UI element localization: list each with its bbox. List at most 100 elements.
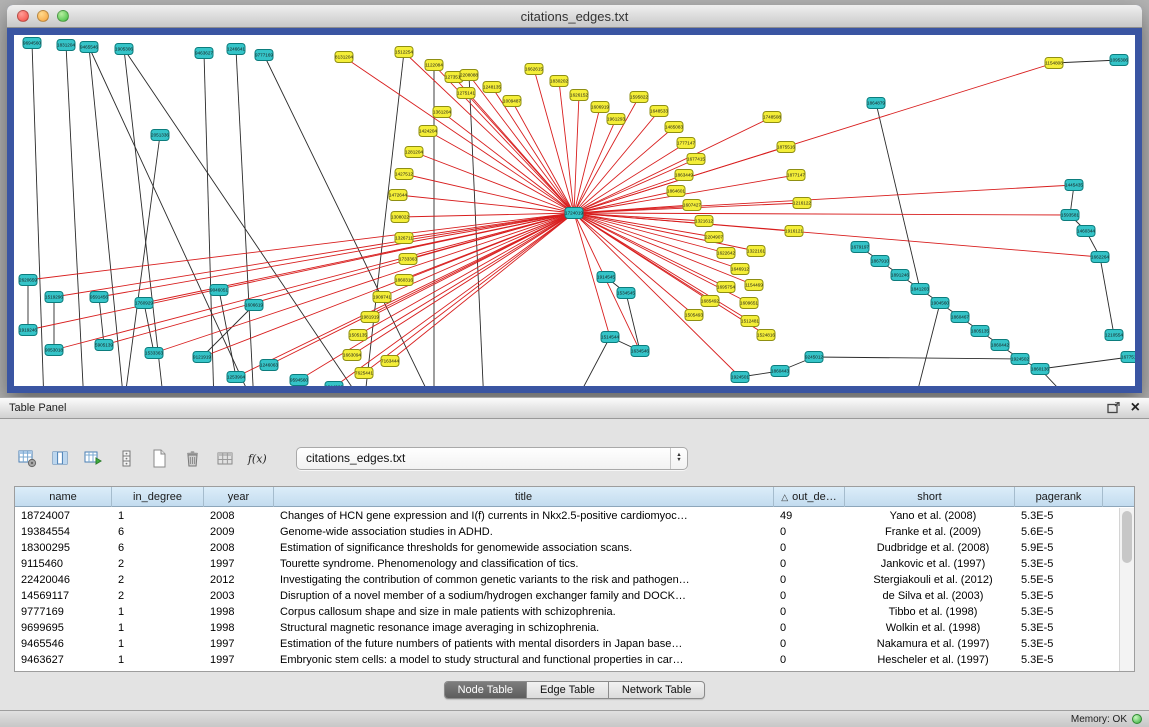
graph-node[interactable]: 1622642 xyxy=(717,248,735,259)
graph-node[interactable]: 1679197 xyxy=(851,242,869,253)
graph-node[interactable]: 1831204 xyxy=(57,40,75,51)
graph-node[interactable]: 1246641 xyxy=(227,44,245,55)
graph-node[interactable]: 1916121 xyxy=(785,226,803,237)
graph-node[interactable]: 1805135 xyxy=(971,326,989,337)
minimize-window-button[interactable] xyxy=(37,10,49,22)
graph-node[interactable]: 1427512 xyxy=(395,169,413,180)
graph-node[interactable]: 9463627 xyxy=(195,48,213,59)
tab-network-table[interactable]: Network Table xyxy=(609,682,705,698)
table-row[interactable]: 1938455462009Genome-wide association stu… xyxy=(15,524,1119,540)
column-header-pagerank[interactable]: pagerank xyxy=(1015,487,1103,507)
graph-node[interactable]: 1154469 xyxy=(745,280,763,291)
graph-node[interactable]: 1841203 xyxy=(911,284,929,295)
graph-node[interactable]: 1919246 xyxy=(19,325,37,336)
graph-node[interactable]: 1863449 xyxy=(675,170,693,181)
column-header-year[interactable]: year xyxy=(204,487,274,507)
table-row[interactable]: 946554611997Estimation of the future num… xyxy=(15,636,1119,652)
table-row[interactable]: 2242004622012Investigating the contribut… xyxy=(15,572,1119,588)
graph-node[interactable]: 1321612 xyxy=(695,216,713,227)
graph-node[interactable]: 7163444 xyxy=(381,356,399,367)
network-canvas-svg[interactable]: 9694560183120494655461905306946362712466… xyxy=(14,35,1135,386)
graph-node[interactable]: 2208088 xyxy=(460,70,478,81)
graph-node[interactable]: 1677518 xyxy=(1121,352,1135,363)
tab-edge-table[interactable]: Edge Table xyxy=(527,682,609,698)
graph-node[interactable]: 1154808 xyxy=(1045,58,1063,69)
new-file-icon[interactable] xyxy=(148,447,170,469)
graph-node[interactable]: 1961293 xyxy=(607,114,625,125)
graph-node[interactable]: 1248135 xyxy=(483,82,501,93)
graph-node[interactable]: 8131204 xyxy=(335,52,353,63)
tab-node-table[interactable]: Node Table xyxy=(445,682,527,698)
graph-node[interactable]: 1524816 xyxy=(757,330,775,341)
graph-node[interactable]: 1424204 xyxy=(419,126,437,137)
graph-node[interactable]: 1867910 xyxy=(871,256,889,267)
network-canvas[interactable]: 9694560183120494655461905306946362712466… xyxy=(7,28,1142,393)
zoom-window-button[interactable] xyxy=(57,10,69,22)
graph-node[interactable]: 1308022 xyxy=(391,212,409,223)
graph-node[interactable]: 9777169 xyxy=(255,50,273,61)
graph-node[interactable]: 1905306 xyxy=(115,44,133,55)
graph-node[interactable]: 1924502 xyxy=(1011,354,1029,365)
graph-node[interactable]: 1662615 xyxy=(525,64,543,75)
function-builder-icon[interactable]: f(x) xyxy=(247,447,269,469)
graph-node[interactable]: 1326711 xyxy=(395,233,413,244)
graph-node[interactable]: 1748508 xyxy=(763,112,781,123)
graph-node[interactable]: 1777147 xyxy=(677,138,695,149)
import-table-icon[interactable] xyxy=(214,447,236,469)
graph-node[interactable]: 1904560 xyxy=(931,298,949,309)
graph-node[interactable]: 1891246 xyxy=(891,270,909,281)
graph-node[interactable]: 1009487 xyxy=(503,96,521,107)
graph-node[interactable]: 1677415 xyxy=(687,154,705,165)
graph-node[interactable]: 1648533 xyxy=(650,106,668,117)
table-row[interactable]: 911546021997Tourette syndrome. Phenomeno… xyxy=(15,556,1119,572)
graph-node[interactable]: 1733363 xyxy=(399,254,417,265)
graph-node[interactable]: 1663094 xyxy=(343,350,361,361)
table-scrollbar[interactable] xyxy=(1119,508,1134,671)
graph-node[interactable]: 1533363 xyxy=(145,348,163,359)
rows-icon[interactable] xyxy=(115,447,137,469)
graph-node[interactable]: 1860316 xyxy=(395,275,413,286)
window-titlebar[interactable]: citations_edges.txt xyxy=(7,5,1142,28)
graph-node[interactable]: 2620659 xyxy=(19,275,37,286)
delete-icon[interactable] xyxy=(181,447,203,469)
graph-node[interactable]: 2204907 xyxy=(705,232,723,243)
graph-node[interactable]: 1275141 xyxy=(457,88,475,99)
column-header-short[interactable]: short xyxy=(845,487,1015,507)
graph-node[interactable]: 9591456 xyxy=(90,292,108,303)
table-row[interactable]: 946362711997Embryonic stem cells: a mode… xyxy=(15,652,1119,668)
graph-node[interactable]: 1875516 xyxy=(777,142,795,153)
graph-node[interactable]: 1210554 xyxy=(1105,330,1123,341)
edit-table-icon[interactable] xyxy=(82,447,104,469)
graph-node[interactable]: 1877147 xyxy=(787,170,805,181)
column-header-out_de[interactable]: △out_de… xyxy=(774,487,845,507)
graph-node[interactable]: 1472644 xyxy=(389,190,407,201)
graph-node[interactable]: 1445435 xyxy=(1065,180,1083,191)
graph-node[interactable]: 1662264 xyxy=(1091,252,1109,263)
graph-node[interactable]: 1534545 xyxy=(617,288,635,299)
graph-node[interactable]: 1606619 xyxy=(245,300,263,311)
graph-node[interactable]: 7625441 xyxy=(355,368,373,379)
graph-node[interactable]: 1607427 xyxy=(683,200,701,211)
graph-node[interactable]: 1460344 xyxy=(1077,226,1095,237)
graph-node[interactable]: 1609651 xyxy=(740,298,758,309)
graph-node[interactable]: 9465546 xyxy=(80,42,98,53)
graph-node[interactable]: 1253904 xyxy=(227,372,245,383)
graph-node[interactable]: 1860467 xyxy=(951,312,969,323)
graph-node[interactable]: 1595822 xyxy=(630,92,648,103)
graph-node[interactable]: 1095306 xyxy=(1110,55,1128,66)
graph-node[interactable]: 5905139 xyxy=(95,340,113,351)
column-header-name[interactable]: name xyxy=(15,487,112,507)
table-row[interactable]: 977716911998Corpus callosum shape and si… xyxy=(15,604,1119,620)
graph-node[interactable]: 1685492 xyxy=(701,296,719,307)
graph-node[interactable]: 9245012 xyxy=(805,352,823,363)
graph-node[interactable]: 1924501 xyxy=(731,372,749,383)
graph-node[interactable]: 1606919 xyxy=(591,102,609,113)
graph-node[interactable]: 1860443 xyxy=(771,366,789,377)
graph-node[interactable]: 2051336 xyxy=(151,130,169,141)
show-columns-icon[interactable] xyxy=(49,447,71,469)
graph-node[interactable]: 1860442 xyxy=(991,340,1009,351)
graph-node[interactable]: 1981919 xyxy=(361,312,379,323)
graph-node[interactable]: 1909741 xyxy=(373,292,391,303)
table-row[interactable]: 1872400712008Changes of HCN gene express… xyxy=(15,508,1119,524)
close-window-button[interactable] xyxy=(17,10,29,22)
